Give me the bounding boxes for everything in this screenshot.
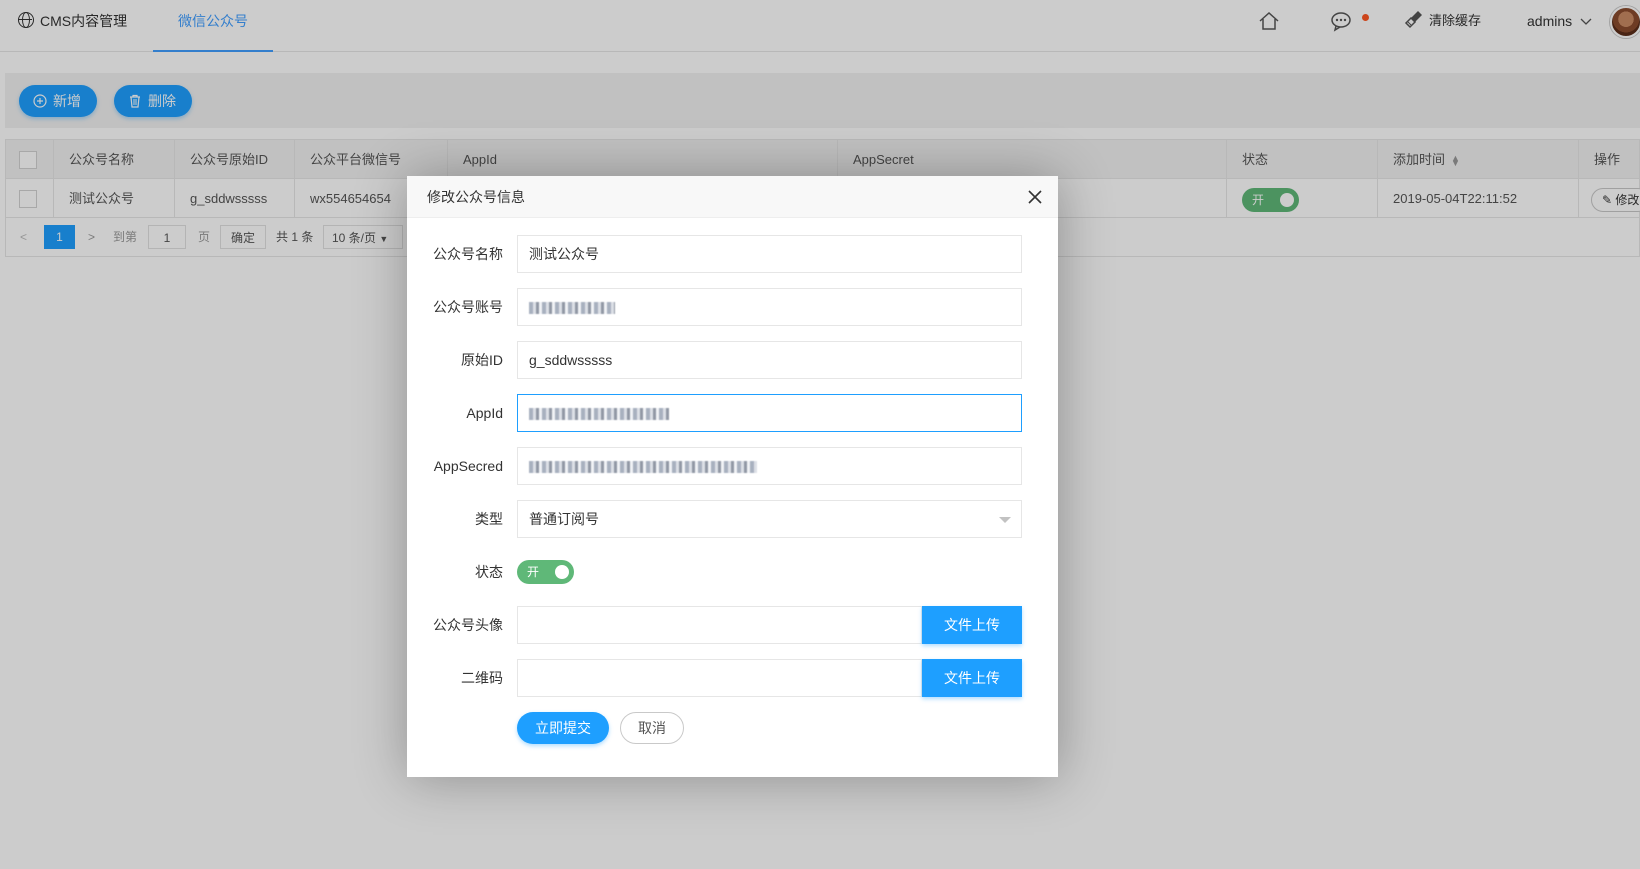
field-type-label: 类型: [475, 511, 503, 527]
type-select-value: 普通订阅号: [529, 511, 599, 527]
field-type-row: 类型 普通订阅号: [407, 500, 1058, 538]
original-id-input[interactable]: g_sddwsssss: [517, 341, 1022, 379]
modal-title: 修改公众号信息: [407, 176, 1058, 218]
cancel-button[interactable]: 取消: [620, 712, 684, 744]
field-appsecret-row: AppSecred: [407, 447, 1058, 485]
field-appid-row: AppId: [407, 394, 1058, 432]
switch-knob: [555, 565, 569, 579]
field-avatar-label: 公众号头像: [433, 617, 503, 633]
field-status-row: 状态 开: [407, 553, 1058, 591]
field-original-id-label: 原始ID: [461, 352, 503, 368]
form-actions: 立即提交 取消: [407, 712, 1058, 750]
field-name-label: 公众号名称: [433, 246, 503, 262]
field-avatar-row: 公众号头像 文件上传: [407, 606, 1058, 644]
qrcode-path-input[interactable]: [517, 659, 922, 697]
name-input[interactable]: 测试公众号: [517, 235, 1022, 273]
field-name-row: 公众号名称 测试公众号: [407, 235, 1058, 273]
type-select[interactable]: 普通订阅号: [517, 500, 1022, 538]
field-account-label: 公众号账号: [433, 299, 503, 315]
field-original-id-row: 原始ID g_sddwsssss: [407, 341, 1058, 379]
field-qrcode-label: 二维码: [461, 670, 503, 686]
submit-button[interactable]: 立即提交: [517, 712, 609, 744]
avatar-path-input[interactable]: [517, 606, 922, 644]
field-appsecret-label: AppSecred: [433, 458, 503, 474]
appid-input[interactable]: [517, 394, 1022, 432]
field-status-label: 状态: [475, 564, 503, 580]
account-input[interactable]: [517, 288, 1022, 326]
status-toggle-label: 开: [527, 565, 540, 579]
qrcode-upload-button[interactable]: 文件上传: [922, 659, 1022, 697]
redacted-value: [529, 408, 669, 421]
status-toggle[interactable]: 开: [517, 560, 574, 584]
redacted-value: [529, 461, 757, 474]
select-arrow-icon: [999, 517, 1011, 523]
field-qrcode-row: 二维码 文件上传: [407, 659, 1058, 697]
appsecret-input[interactable]: [517, 447, 1022, 485]
field-account-row: 公众号账号: [407, 288, 1058, 326]
close-icon[interactable]: [1024, 186, 1046, 208]
avatar-upload-button[interactable]: 文件上传: [922, 606, 1022, 644]
redacted-value: [529, 302, 615, 315]
edit-account-modal: 修改公众号信息 公众号名称 测试公众号 公众号账号 原始ID g_sddwsss…: [407, 176, 1058, 777]
field-appid-label: AppId: [466, 405, 503, 421]
